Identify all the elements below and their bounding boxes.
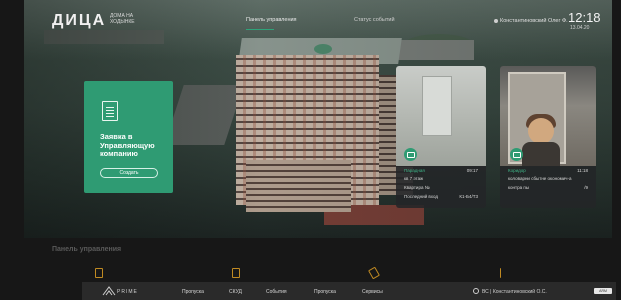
camera-row: Квартира № — [404, 185, 478, 190]
nav-active-indicator — [246, 29, 274, 30]
camera-detail: Последний вход — [404, 194, 439, 199]
nav-event-status[interactable]: Статус событий — [354, 17, 395, 23]
clock-time: 12:18 — [568, 10, 601, 25]
camera-detail: контра пы — [508, 185, 529, 190]
create-request-button[interactable]: Создать — [100, 168, 158, 178]
user-name[interactable]: Константиновский Олег Ф. — [500, 18, 568, 24]
person-body — [522, 142, 560, 166]
request-card[interactable]: Заявка в Управляющую компанию Создать — [84, 81, 173, 193]
person-face — [528, 118, 554, 144]
camera-panel[interactable]: Коридор 11:18 коловарни сбытне окономич-… — [500, 66, 596, 208]
camera-code: /9 — [584, 185, 588, 190]
camera-row: кв 7 этаж — [404, 176, 478, 181]
logo-subtitle: ДОМА НА ХОДЫНКЕ — [110, 13, 135, 25]
bottom-nav-link[interactable]: Пропуска — [314, 289, 336, 295]
bottom-nav-link[interactable]: Сервисы — [362, 289, 383, 295]
clock-date: 13.04.20 — [570, 25, 590, 31]
camera-panel[interactable]: Парадная 09:17 кв 7 этаж Квартира № Посл… — [396, 66, 486, 208]
door — [422, 76, 452, 136]
prime-logo-icon — [102, 286, 116, 296]
bottom-nav: PRIME Пропуска СКУД События Пропуска Сер… — [82, 282, 616, 300]
camera-row: Последний вход К1-Б4/Т3 — [404, 194, 478, 199]
camera-detail: кв 7 этаж — [404, 176, 424, 181]
camera-row: Парадная 09:17 — [404, 168, 478, 173]
app-window: ДИЦА ДОМА НА ХОДЫНКЕ Панель управления С… — [0, 0, 621, 300]
user-icon — [473, 288, 479, 294]
user-icon — [494, 19, 498, 23]
app-badge[interactable]: ARM — [594, 288, 612, 294]
bottom-nav-link[interactable]: События — [266, 289, 287, 295]
camera-icon[interactable] — [510, 148, 523, 161]
camera-label: Коридор — [508, 168, 526, 173]
bottom-nav-user[interactable]: ВС | Константиновский О.С. — [482, 289, 547, 295]
prime-brand[interactable]: PRIME — [117, 289, 138, 295]
camera-detail: Квартира № — [404, 185, 430, 190]
camera-row: контра пы /9 — [508, 185, 588, 190]
bottom-nav-link[interactable]: СКУД — [229, 289, 242, 295]
camera-row: Коридор 11:18 — [508, 168, 588, 173]
camera-row: коловарни сбытне окономич-а — [508, 176, 588, 181]
camera-time: 09:17 — [466, 168, 478, 173]
bottom-nav-link[interactable]: Пропуска — [182, 289, 204, 295]
camera-icon[interactable] — [404, 148, 417, 161]
top-bar: ДИЦА ДОМА НА ХОДЫНКЕ Панель управления С… — [24, 0, 612, 38]
camera-time: 11:18 — [577, 168, 588, 173]
tile-icon[interactable] — [500, 268, 504, 278]
camera-label: Парадная — [404, 168, 425, 173]
dashboard-title: Панель управления — [52, 246, 122, 253]
tile-icon[interactable] — [232, 268, 240, 278]
camera-code: К1-Б4/Т3 — [459, 194, 478, 199]
tile-icon[interactable] — [368, 266, 380, 280]
document-icon — [102, 101, 118, 121]
logo[interactable]: ДИЦА — [52, 12, 106, 30]
camera-detail: коловарни сбытне окономич-а — [508, 176, 572, 181]
request-card-title: Заявка в Управляющую компанию — [100, 132, 155, 158]
tile-icon[interactable] — [95, 268, 103, 278]
nav-control-panel[interactable]: Панель управления — [246, 17, 297, 23]
